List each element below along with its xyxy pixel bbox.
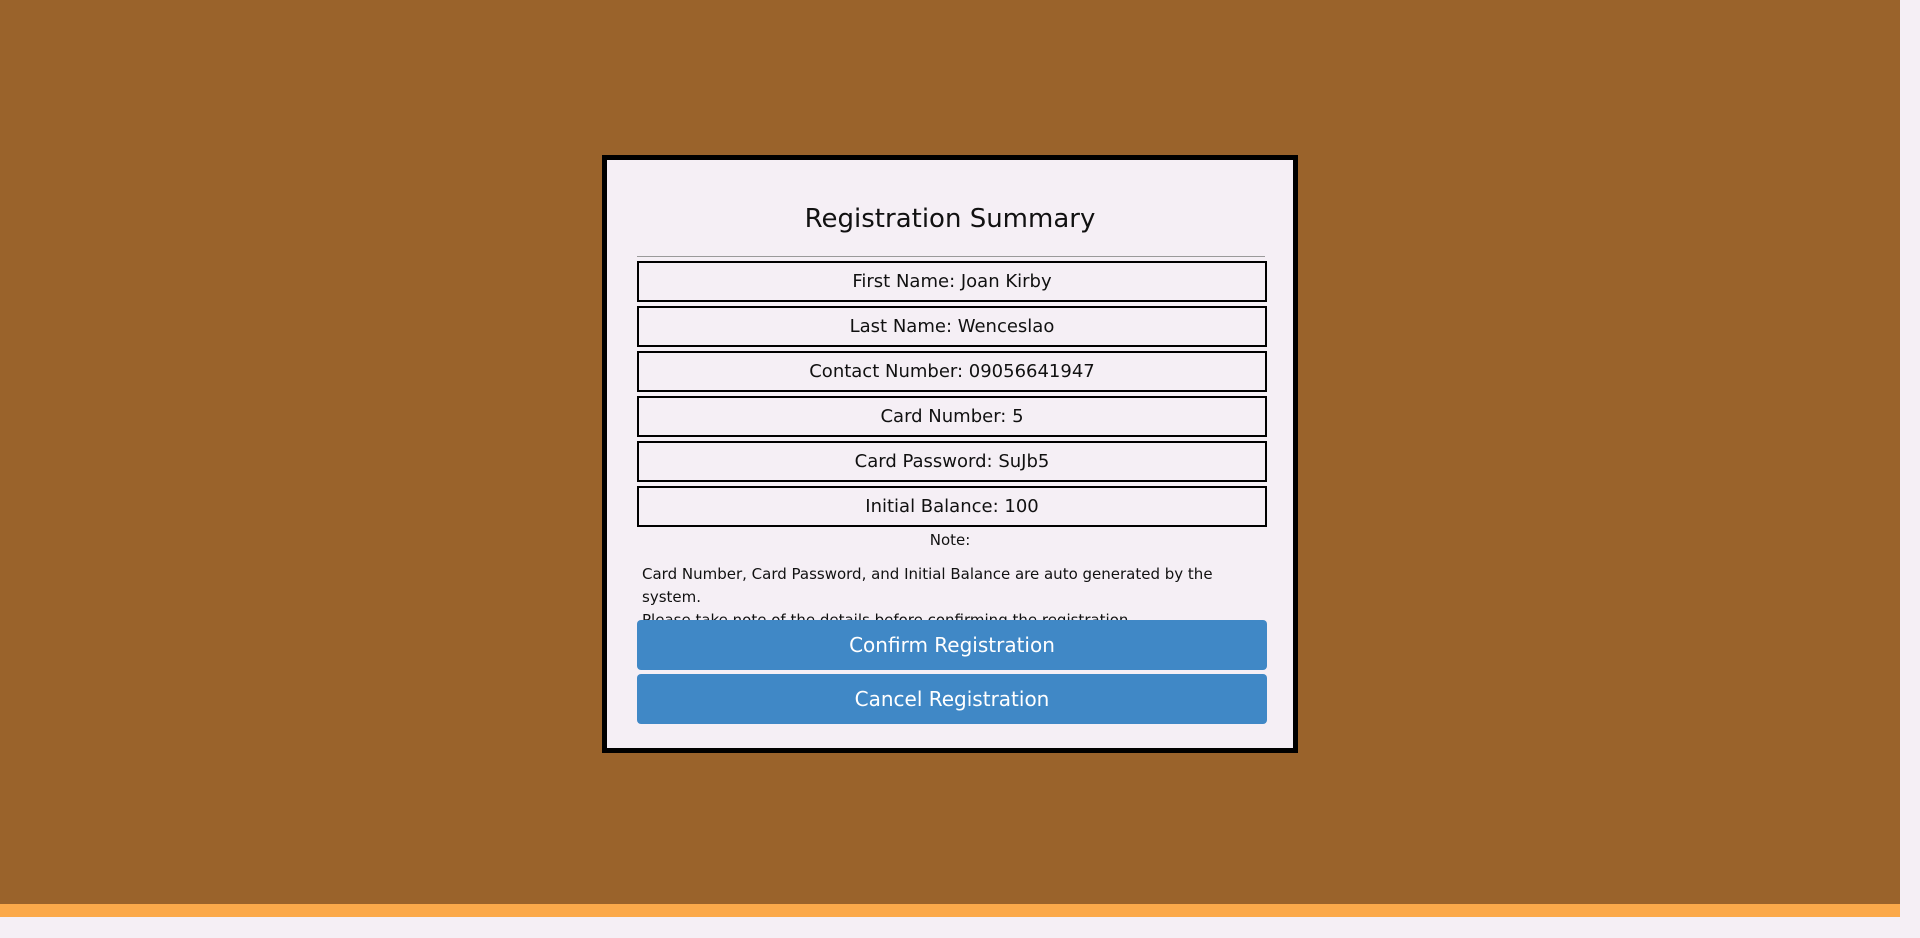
last-name-field: Last Name: Wenceslao <box>637 306 1267 347</box>
summary-field-list: First Name: Joan Kirby Last Name: Wences… <box>637 261 1267 531</box>
title-divider <box>637 256 1265 257</box>
confirm-registration-button[interactable]: Confirm Registration <box>637 620 1267 670</box>
initial-balance-field: Initial Balance: 100 <box>637 486 1267 527</box>
note-label: Note: <box>929 531 971 549</box>
scrollbar-gutter <box>1900 0 1920 938</box>
cancel-registration-button[interactable]: Cancel Registration <box>637 674 1267 724</box>
card-password-field: Card Password: SuJb5 <box>637 441 1267 482</box>
note-line-1: Card Number, Card Password, and Initial … <box>642 565 1213 606</box>
registration-summary-dialog: Registration Summary First Name: Joan Ki… <box>602 155 1298 753</box>
card-number-field: Card Number: 5 <box>637 396 1267 437</box>
first-name-field: First Name: Joan Kirby <box>637 261 1267 302</box>
bottom-accent-bar <box>0 904 1900 917</box>
contact-number-field: Contact Number: 09056641947 <box>637 351 1267 392</box>
dialog-title: Registration Summary <box>804 204 1096 234</box>
